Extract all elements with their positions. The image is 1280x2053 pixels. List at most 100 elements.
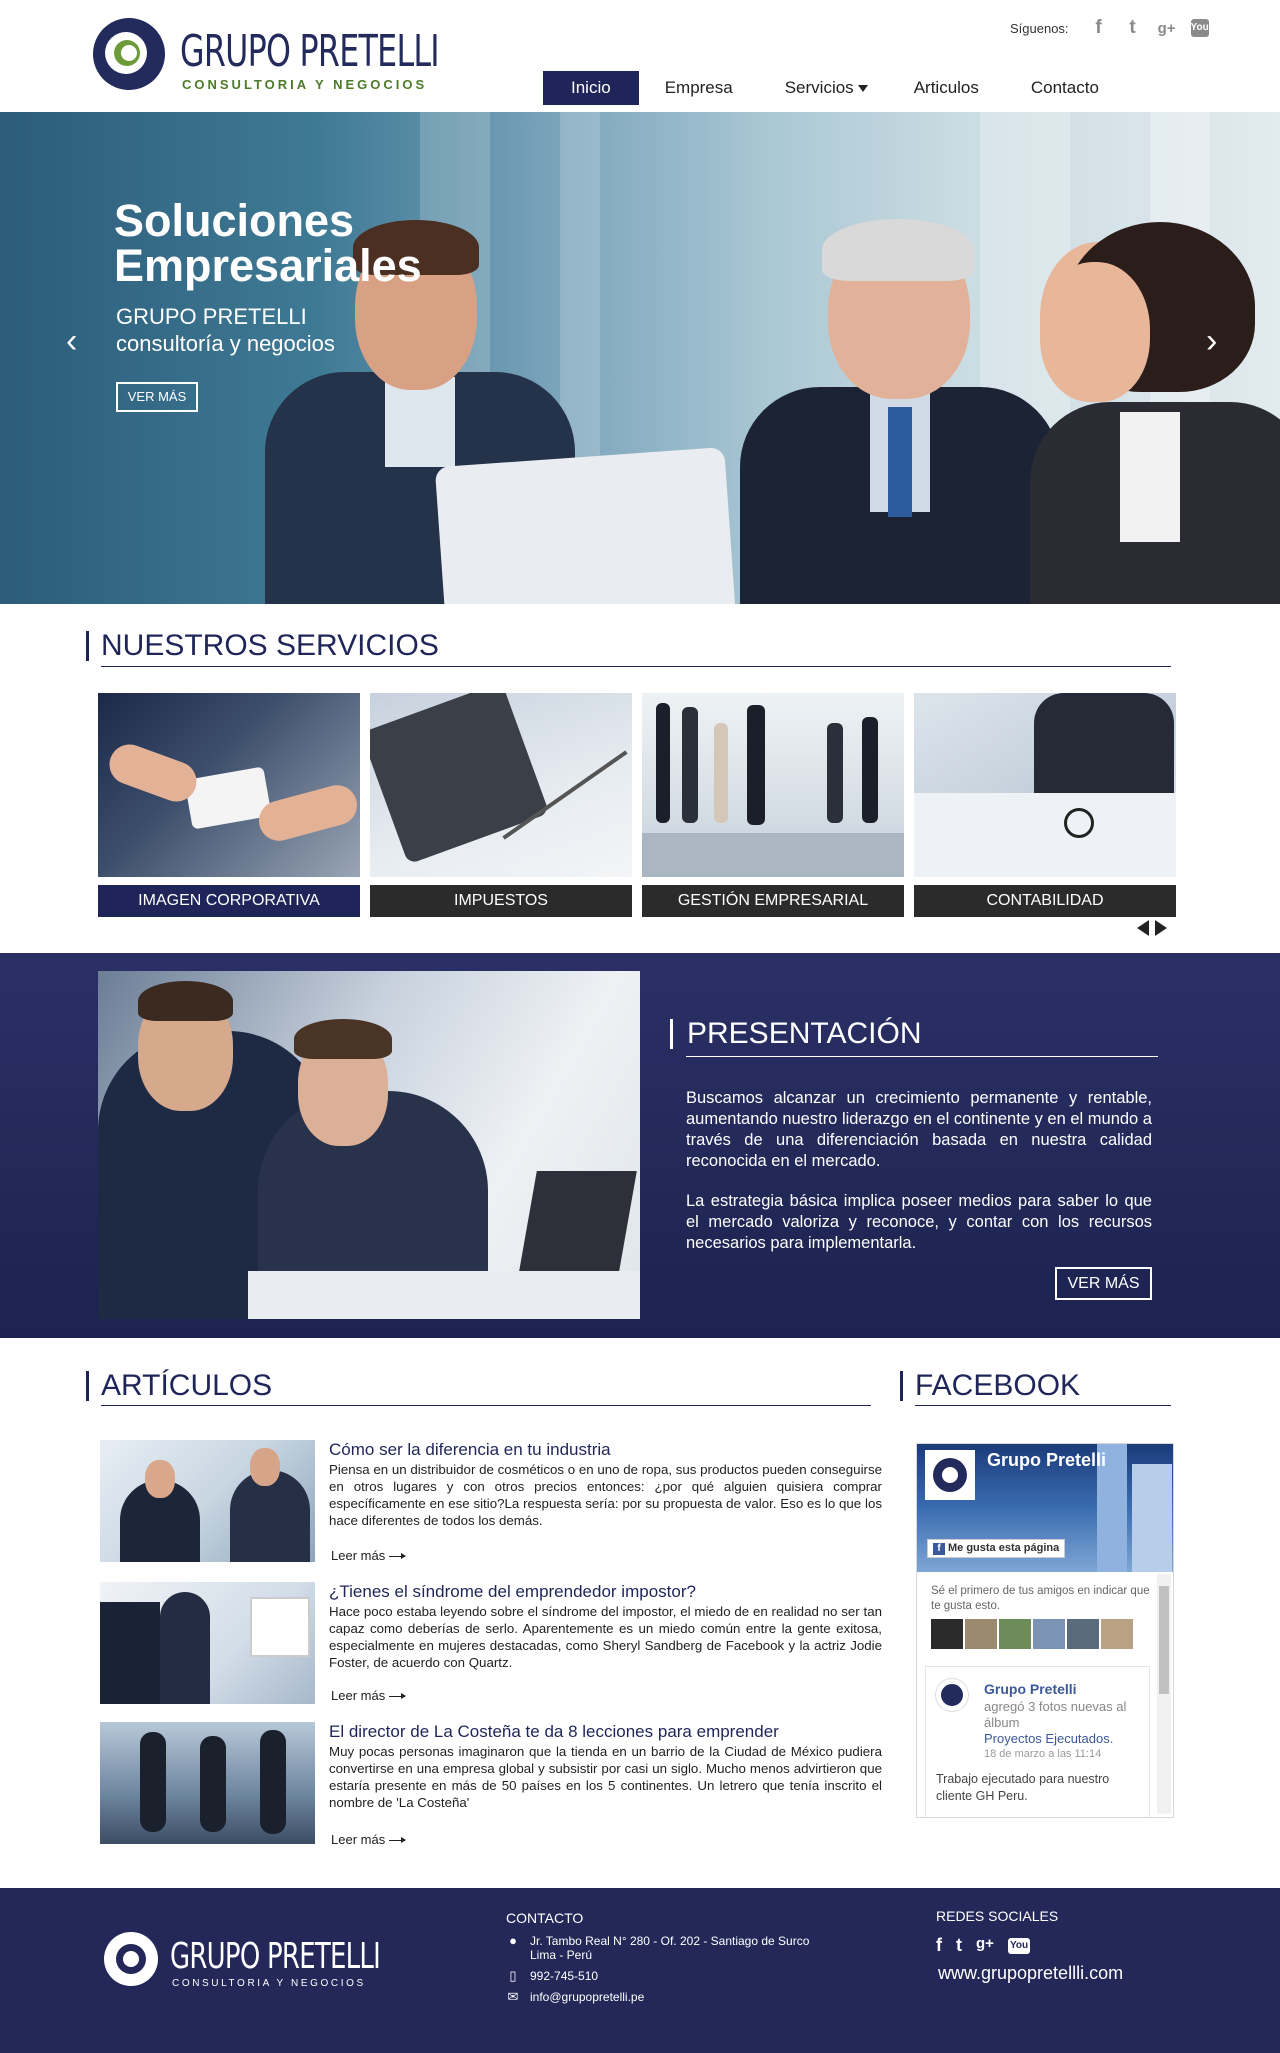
- hero-subtitle-1: GRUPO PRETELLI: [116, 304, 307, 329]
- article-excerpt: Muy pocas personas imaginaron que la tie…: [329, 1744, 882, 1810]
- articles-title: ARTÍCULOS: [86, 1371, 272, 1401]
- article-thumbnail[interactable]: [100, 1582, 315, 1704]
- service-label: CONTABILIDAD: [914, 885, 1176, 917]
- facebook-post-author[interactable]: Grupo Pretelli: [984, 1681, 1077, 1697]
- nav-servicios-label: Servicios: [784, 78, 854, 97]
- article-title[interactable]: ¿Tienes el síndrome del emprendedor impo…: [329, 1582, 696, 1602]
- service-card-imagen[interactable]: IMAGEN CORPORATIVA: [98, 693, 360, 917]
- facebook-friend-thumbs: [931, 1619, 1133, 1649]
- footer-address-line-2: Lima - Perú: [530, 1948, 593, 1962]
- google-plus-icon[interactable]: g+: [976, 1935, 994, 1956]
- nav-empresa[interactable]: Empresa: [639, 71, 759, 105]
- main-nav: Inicio Empresa Servicios Articulos Conta…: [543, 70, 1099, 106]
- youtube-icon[interactable]: You: [1007, 1938, 1031, 1954]
- service-image: [98, 693, 360, 877]
- read-more-link[interactable]: Leer más: [331, 1688, 407, 1703]
- facebook-post-text: Trabajo ejecutado para nuestro cliente G…: [936, 1772, 1110, 1803]
- facebook-widget: Grupo Pretelli f Me gusta esta página Sé …: [916, 1443, 1174, 1818]
- logo[interactable]: GRUPO PRETELLI CONSULTORIA Y NEGOCIOS: [93, 18, 440, 96]
- facebook-icon[interactable]: f: [1089, 17, 1109, 39]
- article-title[interactable]: Cómo ser la diferencia en tu industria: [329, 1440, 611, 1460]
- facebook-post-action: agregó 3 fotos nuevas al álbum: [984, 1699, 1127, 1730]
- twitter-icon[interactable]: t: [1123, 17, 1143, 39]
- location-icon: ●: [509, 1933, 517, 1948]
- footer-social-title: REDES SOCIALES: [936, 1908, 1059, 1924]
- presentation-more-button[interactable]: VER MÁS: [1055, 1267, 1152, 1300]
- youtube-icon[interactable]: You: [1190, 19, 1209, 37]
- hero-subtitle-2: consultoría y negocios: [116, 331, 335, 356]
- article-title[interactable]: El director de La Costeña te da 8 leccio…: [329, 1722, 779, 1742]
- facebook-scrollbar[interactable]: [1157, 1574, 1171, 1814]
- presentation-text: Buscamos alcanzar un crecimiento permane…: [686, 1088, 1152, 1273]
- facebook-post-avatar[interactable]: [936, 1679, 968, 1711]
- presentation-paragraph-2: La estrategia básica implica poseer medi…: [686, 1192, 1152, 1252]
- service-label: IMAGEN CORPORATIVA: [98, 885, 360, 917]
- facebook-post-date: 18 de marzo a las 11:14: [984, 1748, 1102, 1760]
- service-card-impuestos[interactable]: IMPUESTOS: [370, 693, 632, 917]
- facebook-icon[interactable]: f: [936, 1935, 942, 1956]
- google-plus-icon[interactable]: g+: [1157, 20, 1177, 37]
- footer-phone: ▯ 992-745-510: [506, 1968, 598, 1984]
- facebook-post: Grupo Pretelli agregó 3 fotos nuevas al …: [925, 1666, 1150, 1817]
- services-title: NUESTROS SERVICIOS: [86, 631, 439, 661]
- hero-title: Soluciones Empresariales: [114, 195, 422, 291]
- presentation-paragraph-1: Buscamos alcanzar un crecimiento permane…: [686, 1089, 1152, 1170]
- arrow-right-icon[interactable]: [1155, 920, 1167, 936]
- caret-down-icon: [857, 85, 868, 93]
- hero-laptop: [434, 447, 736, 604]
- arrow-right-icon: [389, 1837, 407, 1844]
- facebook-post-album[interactable]: Proyectos Ejecutados.: [984, 1731, 1113, 1746]
- footer-logo-name: GRUPO PRETELLI: [170, 1936, 381, 1977]
- footer-website[interactable]: www.grupopretellli.com: [938, 1963, 1123, 1984]
- footer-social-links: f t g+ You: [936, 1935, 1031, 1956]
- service-image: [914, 693, 1176, 877]
- facebook-icon: f: [933, 1543, 945, 1555]
- footer-logo-mark: [104, 1932, 158, 1986]
- presentation-divider: [686, 1056, 1158, 1057]
- nav-inicio[interactable]: Inicio: [543, 71, 639, 105]
- read-more-link[interactable]: Leer más: [331, 1548, 407, 1563]
- article-thumbnail[interactable]: [100, 1722, 315, 1844]
- presentation-image: [98, 971, 640, 1319]
- nav-servicios[interactable]: Servicios: [759, 71, 888, 105]
- articles-divider: [101, 1405, 871, 1406]
- facebook-avatar[interactable]: [925, 1450, 975, 1500]
- service-label: IMPUESTOS: [370, 885, 632, 917]
- phone-icon: ▯: [509, 1968, 517, 1983]
- arrow-left-icon[interactable]: [1137, 920, 1149, 936]
- arrow-right-icon: [389, 1553, 407, 1560]
- logo-tagline: CONSULTORIA Y NEGOCIOS: [182, 77, 428, 92]
- read-more-label: Leer más: [331, 1832, 386, 1847]
- read-more-label: Leer más: [331, 1688, 386, 1703]
- read-more-link[interactable]: Leer más: [331, 1832, 407, 1847]
- chevron-right-icon[interactable]: ›: [1206, 322, 1217, 361]
- footer-email-link[interactable]: info@grupopretelli.pe: [530, 1990, 644, 2004]
- article-thumbnail[interactable]: [100, 1440, 315, 1562]
- footer-logo-tagline: CONSULTORIA Y NEGOCIOS: [172, 1978, 366, 1989]
- footer-address-line-1: Jr. Tambo Real N° 280 - Of. 202 - Santia…: [530, 1934, 810, 1948]
- social-label: Síguenos:: [1010, 20, 1069, 36]
- hero-more-button[interactable]: VER MÁS: [116, 382, 198, 412]
- hero-slider: Soluciones Empresariales GRUPO PRETELLI …: [0, 112, 1280, 604]
- footer-contact-title: CONTACTO: [506, 1910, 584, 1926]
- social-links-top: Síguenos: f t g+ You: [1010, 16, 1209, 40]
- facebook-friends-text: Sé el primero de tus amigos en indicar q…: [931, 1585, 1150, 1612]
- nav-contacto[interactable]: Contacto: [1005, 71, 1099, 105]
- service-image: [642, 693, 904, 877]
- facebook-title: FACEBOOK: [900, 1371, 1080, 1401]
- services-pager: [1137, 920, 1167, 936]
- service-card-gestion[interactable]: GESTIÓN EMPRESARIAL: [642, 693, 904, 917]
- nav-articulos[interactable]: Articulos: [888, 71, 1005, 105]
- footer-address-lines: Jr. Tambo Real N° 280 - Of. 202 - Santia…: [530, 1934, 809, 1962]
- service-image: [370, 693, 632, 877]
- chevron-left-icon[interactable]: ‹: [66, 322, 77, 361]
- footer-address: ● Jr. Tambo Real N° 280 - Of. 202 - Sant…: [506, 1933, 809, 1963]
- facebook-like-label: Me gusta esta página: [948, 1542, 1060, 1554]
- read-more-label: Leer más: [331, 1548, 386, 1563]
- twitter-icon[interactable]: t: [956, 1935, 962, 1956]
- service-card-contabilidad[interactable]: CONTABILIDAD: [914, 693, 1176, 917]
- services-divider: [101, 666, 1171, 667]
- service-label: GESTIÓN EMPRESARIAL: [642, 885, 904, 917]
- facebook-like-button[interactable]: f Me gusta esta página: [927, 1539, 1066, 1558]
- facebook-page-name[interactable]: Grupo Pretelli: [987, 1450, 1106, 1471]
